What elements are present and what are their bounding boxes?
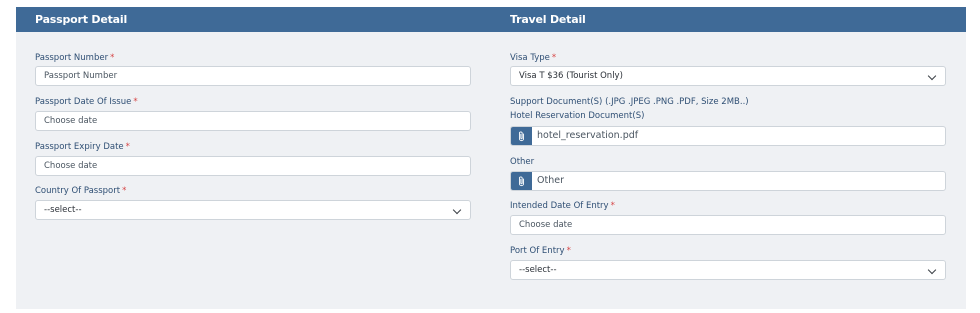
visa-type-label-text: Visa Type [510,53,550,63]
required-asterisk: * [566,246,571,256]
required-asterisk: * [122,186,127,196]
chevron-down-icon [452,205,462,215]
passport-expiry-date-label-text: Passport Expiry Date [35,142,124,152]
intended-entry-date-label: Intended Date Of Entry * [510,201,615,211]
passport-number-input[interactable]: Passport Number [35,66,471,86]
required-asterisk: * [125,142,130,152]
support-documents-label: Support Document(S) (.JPG .JPEG .PNG .PD… [510,97,749,107]
hotel-reservation-file-input[interactable]: hotel_reservation.pdf [510,126,946,146]
other-document-file-name: Other [537,175,564,186]
other-document-file-input[interactable]: Other [510,171,946,191]
form-panel: Passport Detail Travel Detail Passport N… [16,7,966,309]
passport-issue-date-input[interactable]: Choose date [35,111,471,131]
passport-number-label-text: Passport Number [35,53,109,63]
country-of-passport-select[interactable]: --select-- [35,200,471,220]
country-of-passport-label-text: Country Of Passport [35,186,121,196]
other-document-label: Other [510,157,535,167]
country-of-passport-label: Country Of Passport * [35,186,126,196]
port-of-entry-label-text: Port Of Entry [510,246,565,256]
hotel-reservation-label: Hotel Reservation Document(S) [510,111,645,121]
passport-expiry-date-input[interactable]: Choose date [35,156,471,176]
passport-detail-title: Passport Detail [35,13,128,26]
required-asterisk: * [133,97,138,107]
port-of-entry-label: Port Of Entry * [510,246,571,256]
passport-expiry-date-label: Passport Expiry Date * [35,142,130,152]
required-asterisk: * [610,201,615,211]
passport-issue-date-label: Passport Date Of Issue * [35,97,138,107]
visa-type-select[interactable]: Visa T $36 (Tourist Only) [510,66,946,86]
intended-entry-date-label-text: Intended Date Of Entry [510,201,609,211]
visa-type-value: Visa T $36 (Tourist Only) [519,71,623,81]
attach-button[interactable] [511,172,532,190]
required-asterisk: * [110,53,115,63]
intended-entry-date-input[interactable]: Choose date [510,215,946,235]
chevron-down-icon [927,71,937,81]
passport-issue-date-label-text: Passport Date Of Issue [35,97,132,107]
attach-button[interactable] [511,127,532,145]
country-of-passport-value: --select-- [44,205,82,215]
port-of-entry-value: --select-- [519,265,557,275]
paperclip-icon [518,176,525,186]
paperclip-icon [518,131,525,141]
visa-type-label: Visa Type * [510,53,556,63]
travel-detail-title: Travel Detail [510,13,586,26]
port-of-entry-select[interactable]: --select-- [510,260,946,280]
chevron-down-icon [927,265,937,275]
section-header-bar: Passport Detail Travel Detail [16,7,966,32]
required-asterisk: * [551,53,557,63]
passport-number-label: Passport Number * [35,53,114,63]
hotel-reservation-file-name: hotel_reservation.pdf [537,130,639,141]
